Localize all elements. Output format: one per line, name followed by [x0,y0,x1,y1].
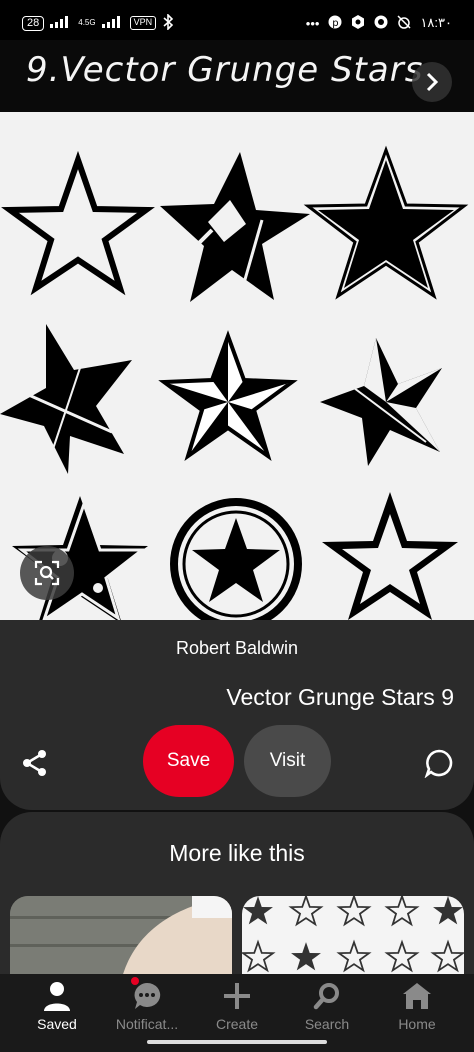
nav-saved[interactable]: Saved [17,974,97,1052]
gesture-home-indicator[interactable] [147,1040,327,1044]
more-like-this-title: More like this [169,840,305,866]
plus-icon [223,978,251,1014]
app-icon [351,14,365,32]
visit-button[interactable]: Visit [244,725,331,797]
star-grunge-outline [322,492,458,620]
lens-icon [34,560,60,586]
status-time: ۱۸:۳۰ [420,15,452,30]
nav-label-home: Home [398,1016,436,1032]
star-outline [1,150,155,296]
next-image-button[interactable] [412,62,452,102]
pin-card: 9.Vector Grunge Stars Robert Baldwin Vec… [0,40,474,810]
pin-title: Vector Grunge Stars 9 [226,684,454,710]
star-shattered [160,152,310,302]
star-cracked-nautical [320,338,442,466]
comment-icon [424,749,453,778]
more-dots-icon: ••• [305,15,320,31]
battery-indicator: 28 [22,15,45,31]
svg-text:p: p [333,18,339,29]
star-in-circle [170,498,302,620]
star-grunge-tilted [0,324,132,474]
star-nautical [158,330,298,461]
share-button[interactable] [16,744,54,782]
signal-icon [50,15,72,31]
network-type: 4.5G [78,18,96,27]
nav-home[interactable]: Home [377,974,457,1052]
nav-label-saved: Saved [37,1016,77,1032]
star-pattern-thumbnail [242,896,464,973]
nav-label-notifications: Notificat... [115,1016,179,1032]
image-banner-text: 9.Vector Grunge Stars [26,50,424,90]
whatsapp-icon [374,15,388,32]
creator-name[interactable]: Robert Baldwin [0,638,474,659]
vpn-badge: VPN [129,16,157,30]
image-title-banner: 9.Vector Grunge Stars [0,40,474,112]
person-icon [43,978,71,1014]
signal-icon-2 [101,15,124,31]
visual-search-button[interactable] [20,546,74,600]
bottom-navigation: Saved Notificat... Create Search Home [0,974,474,1052]
save-button[interactable]: Save [143,725,234,797]
related-pin-thumbnail-2[interactable] [242,896,464,986]
home-icon [402,978,432,1014]
nav-label-search: Search [304,1016,350,1032]
related-pin-thumbnail-1[interactable] [10,896,232,986]
search-icon [313,978,341,1014]
alarm-off-icon [397,14,411,32]
share-icon [23,750,46,776]
star-solid-outlined [303,145,469,300]
pin-image[interactable]: 9.Vector Grunge Stars [0,40,474,620]
pinterest-icon: p [328,15,342,32]
comment-button[interactable] [420,744,458,782]
nav-label-create: Create [215,1016,259,1032]
bluetooth-icon [162,12,174,33]
grunge-stars-artwork [0,145,469,620]
notification-dot [131,977,139,985]
